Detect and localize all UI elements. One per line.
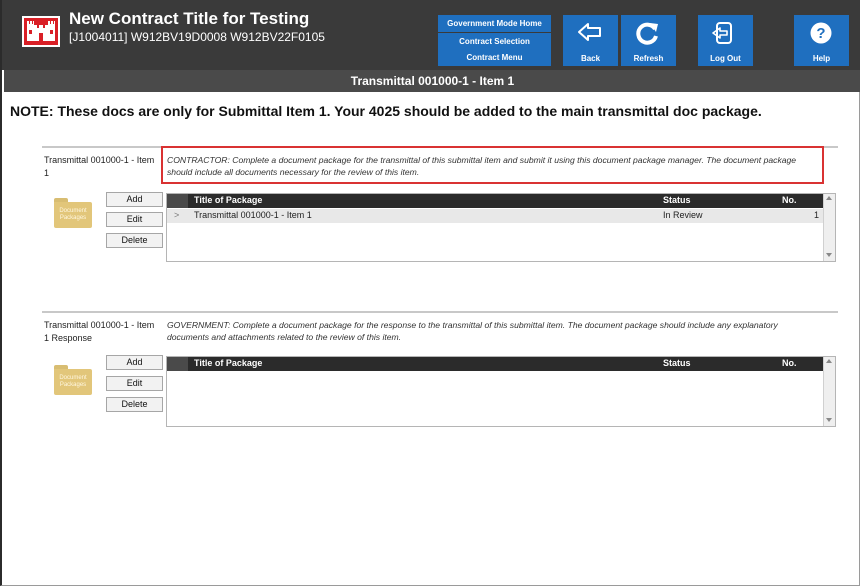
package-no-cell: 1 [814,210,820,220]
column-no[interactable]: No. [782,358,797,368]
contractor-add-button[interactable]: Add [106,192,163,207]
row-expand-chevron-icon[interactable]: > [174,210,179,220]
help-button[interactable]: ? Help [794,15,849,66]
column-title[interactable]: Title of Package [194,358,262,368]
refresh-button[interactable]: Refresh [621,15,676,66]
scroll-down-arrow-icon[interactable] [826,253,832,257]
contractor-packages-grid[interactable]: Title of Package Status No. > Transmitta… [166,193,836,262]
grid-header: Title of Package Status No. [167,357,824,371]
logout-icon [712,22,732,44]
document-packages-folder-icon: Document Packages [54,365,92,395]
government-edit-button[interactable]: Edit [106,376,163,391]
back-arrow-icon [578,23,601,41]
column-no[interactable]: No. [782,195,797,205]
government-instructions: GOVERNMENT: Complete a document package … [167,320,778,342]
back-button-label: Back [580,54,601,63]
column-status[interactable]: Status [663,358,691,368]
column-status[interactable]: Status [663,195,691,205]
government-mode-home-link[interactable]: Government Mode Home [438,15,551,32]
help-icon: ? [810,22,832,44]
page-title: Transmittal 001000-1 - Item 1 [4,70,860,92]
contractor-edit-button[interactable]: Edit [106,212,163,227]
refresh-button-label: Refresh [633,54,664,63]
government-add-button[interactable]: Add [106,355,163,370]
folder-label: Document Packages [59,208,87,221]
contract-menu-link[interactable]: Contract Menu [438,50,551,66]
contractor-delete-button[interactable]: Delete [106,233,163,248]
highlight-box [161,146,824,184]
log-out-button[interactable]: Log Out [698,15,753,66]
scroll-up-arrow-icon[interactable] [826,359,832,363]
section-divider [42,311,838,313]
grid-scrollbar[interactable] [823,357,835,426]
document-packages-folder-icon: Document Packages [54,198,92,228]
app-header: New Contract Title for Testing [J1004011… [2,0,860,70]
log-out-button-label: Log Out [710,54,741,63]
contract-selection-link[interactable]: Contract Selection [438,33,551,50]
government-delete-button[interactable]: Delete [106,397,163,412]
help-button-label: Help [812,54,831,63]
contractor-section-label: Transmittal 001000-1 - Item 1 [44,155,155,178]
back-button[interactable]: Back [563,15,618,66]
government-section-label: Transmittal 001000-1 - Item 1 Response [44,320,155,343]
package-title-cell: Transmittal 001000-1 - Item 1 [194,210,312,220]
grid-scrollbar[interactable] [823,194,835,261]
scroll-down-arrow-icon[interactable] [826,418,832,422]
scroll-up-arrow-icon[interactable] [826,196,832,200]
note-text: NOTE: These docs are only for Submittal … [10,103,762,119]
svg-text:?: ? [816,25,825,42]
folder-label: Document Packages [59,375,87,388]
grid-header: Title of Package Status No. [167,194,824,208]
table-row[interactable]: > Transmittal 001000-1 - Item 1 In Revie… [167,209,824,223]
government-packages-grid[interactable]: Title of Package Status No. [166,356,836,427]
usace-castle-logo [22,16,60,47]
column-title[interactable]: Title of Package [194,195,262,205]
package-status-cell: In Review [663,210,703,220]
contract-title: New Contract Title for Testing [69,9,310,28]
contract-numbers: [J1004011] W912BV19D0008 W912BV22F0105 [69,30,325,44]
refresh-icon [636,22,658,45]
app-window: New Contract Title for Testing [J1004011… [0,0,860,586]
